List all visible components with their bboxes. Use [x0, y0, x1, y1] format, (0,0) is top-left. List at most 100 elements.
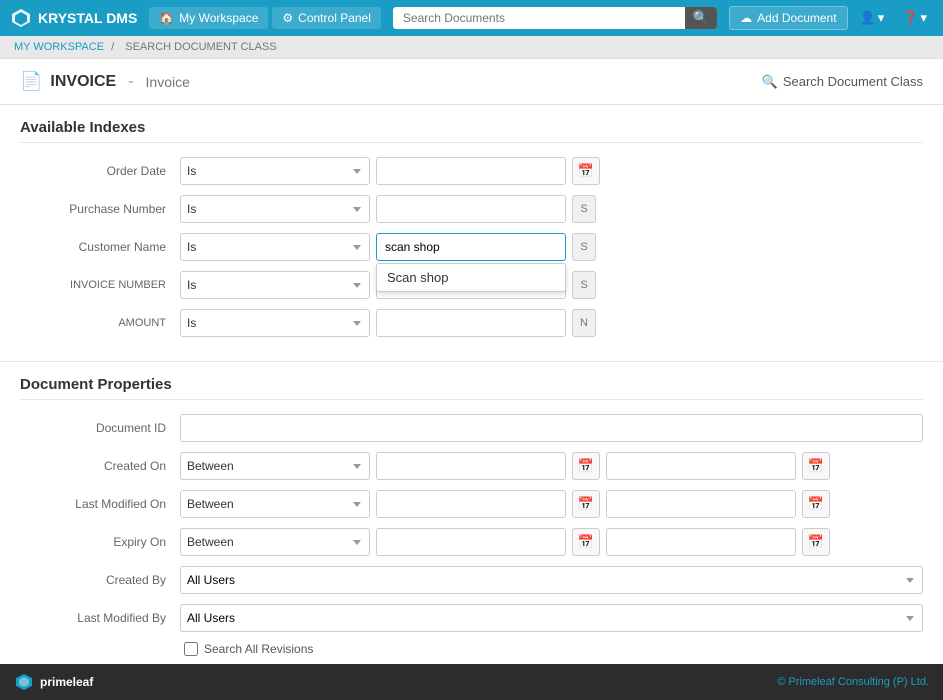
user-menu-btn[interactable]: 👤 ▾	[854, 6, 891, 30]
help-menu-btn[interactable]: ❓ ▾	[896, 6, 933, 30]
document-id-row: Document ID	[20, 414, 923, 442]
search-revisions-label[interactable]: Search All Revisions	[204, 642, 313, 656]
search-document-class-btn[interactable]: 🔍 Search Document Class	[762, 74, 923, 90]
order-date-input[interactable]	[376, 157, 566, 185]
search-icon: 🔍	[693, 10, 710, 25]
amount-input[interactable]	[376, 309, 566, 337]
last-modified-start-calendar-btn[interactable]: 📅	[572, 490, 600, 518]
created-on-controls: BetweenIsBeforeAfter 📅 📅	[180, 452, 923, 480]
purchase-number-operator[interactable]: IsIs NotContains	[180, 195, 370, 223]
purchase-number-suffix: S	[572, 195, 596, 223]
last-modified-by-controls: All Users	[180, 604, 923, 632]
nav-right-actions: ☁ Add Document 👤 ▾ ❓ ▾	[729, 6, 933, 30]
brand-name: KRYSTAL DMS	[38, 10, 137, 26]
amount-controls: IsIs NotBetween N	[180, 309, 923, 337]
customer-name-suffix: S	[572, 233, 596, 261]
created-on-operator[interactable]: BetweenIsBeforeAfter	[180, 452, 370, 480]
purchase-number-input[interactable]	[376, 195, 566, 223]
doc-name-label: Invoice	[146, 74, 190, 90]
customer-name-controls: IsIs NotContains S Scan shop	[180, 233, 923, 261]
global-search-input[interactable]	[393, 7, 717, 29]
search-doc-class-icon: 🔍	[762, 74, 778, 90]
calendar-icon-5: 📅	[578, 534, 594, 550]
search-revisions-checkbox[interactable]	[184, 642, 198, 656]
purchase-number-controls: IsIs NotContains S	[180, 195, 923, 223]
customer-name-row: Customer Name IsIs NotContains S Scan sh…	[20, 233, 923, 261]
main-content: 📄 INVOICE - Invoice 🔍 Search Document Cl…	[0, 59, 943, 664]
last-modified-start-input[interactable]	[376, 490, 566, 518]
brand-logo[interactable]: KRYSTAL DMS	[10, 7, 137, 29]
created-by-label: Created By	[20, 573, 180, 587]
add-document-btn[interactable]: ☁ Add Document	[729, 6, 847, 30]
breadcrumb: MY WORKSPACE / SEARCH DOCUMENT CLASS	[0, 36, 943, 59]
calendar-icon-4: 📅	[808, 496, 824, 512]
customer-name-label: Customer Name	[20, 240, 180, 254]
calendar-icon-2: 📅	[808, 458, 824, 474]
expiry-on-start-calendar-btn[interactable]: 📅	[572, 528, 600, 556]
created-on-row: Created On BetweenIsBeforeAfter 📅 📅	[20, 452, 923, 480]
last-modified-end-calendar-btn[interactable]: 📅	[802, 490, 830, 518]
global-search-wrap: 🔍	[393, 7, 717, 29]
expiry-on-operator[interactable]: BetweenIsBeforeAfter	[180, 528, 370, 556]
customer-name-input[interactable]	[376, 233, 566, 261]
footer-brand-name: primeleaf	[40, 675, 93, 689]
order-date-row: Order Date IsIs NotBetween 📅	[20, 157, 923, 185]
autocomplete-item-scan-shop[interactable]: Scan shop	[377, 264, 565, 291]
created-on-end-calendar-btn[interactable]: 📅	[802, 452, 830, 480]
global-search-button[interactable]: 🔍	[685, 7, 718, 29]
doc-type-label: INVOICE	[50, 73, 116, 91]
available-indexes-title: Available Indexes	[20, 119, 923, 143]
created-on-label: Created On	[20, 459, 180, 473]
footer-copyright: © Primeleaf Consulting (P) Ltd.	[777, 676, 929, 688]
last-modified-operator[interactable]: BetweenIsBeforeAfter	[180, 490, 370, 518]
customer-autocomplete-dropdown: Scan shop	[376, 263, 566, 292]
brand-icon	[10, 7, 32, 29]
amount-operator[interactable]: IsIs NotBetween	[180, 309, 370, 337]
created-by-select[interactable]: All Users	[180, 566, 923, 594]
home-icon: 🏠	[159, 11, 174, 25]
invoice-number-operator[interactable]: IsIs NotContains	[180, 271, 370, 299]
last-modified-by-select[interactable]: All Users	[180, 604, 923, 632]
user-icon: 👤	[860, 10, 876, 26]
help-icon: ❓	[902, 10, 918, 26]
footer: primeleaf © Primeleaf Consulting (P) Ltd…	[0, 664, 943, 700]
amount-row: AMOUNT IsIs NotBetween N	[20, 309, 923, 337]
created-on-start-input[interactable]	[376, 452, 566, 480]
last-modified-label: Last Modified On	[20, 497, 180, 511]
expiry-on-end-calendar-btn[interactable]: 📅	[802, 528, 830, 556]
available-indexes-section: Available Indexes Order Date IsIs NotBet…	[0, 105, 943, 361]
customer-name-operator[interactable]: IsIs NotContains	[180, 233, 370, 261]
order-date-operator[interactable]: IsIs NotBetween	[180, 157, 370, 185]
last-modified-by-row: Last Modified By All Users	[20, 604, 923, 632]
footer-logo-icon	[14, 672, 34, 692]
invoice-number-suffix: S	[572, 271, 596, 299]
created-on-end-input[interactable]	[606, 452, 796, 480]
purchase-number-label: Purchase Number	[20, 202, 180, 216]
expiry-on-end-input[interactable]	[606, 528, 796, 556]
document-id-input[interactable]	[180, 414, 923, 442]
purchase-number-row: Purchase Number IsIs NotContains S	[20, 195, 923, 223]
last-modified-controls: BetweenIsBeforeAfter 📅 📅	[180, 490, 923, 518]
created-by-row: Created By All Users	[20, 566, 923, 594]
document-id-controls	[180, 414, 923, 442]
amount-suffix: N	[572, 309, 596, 337]
order-date-label: Order Date	[20, 164, 180, 178]
calendar-icon-3: 📅	[578, 496, 594, 512]
invoice-icon: 📄	[20, 71, 42, 92]
created-on-start-calendar-btn[interactable]: 📅	[572, 452, 600, 480]
breadcrumb-home[interactable]: MY WORKSPACE	[14, 41, 104, 53]
order-date-controls: IsIs NotBetween 📅	[180, 157, 923, 185]
expiry-on-start-input[interactable]	[376, 528, 566, 556]
document-properties-title: Document Properties	[20, 376, 923, 400]
created-by-controls: All Users	[180, 566, 923, 594]
breadcrumb-sep: /	[111, 41, 114, 53]
invoice-number-label: INVOICE NUMBER	[20, 279, 180, 291]
footer-brand: primeleaf	[14, 672, 93, 692]
expiry-on-row: Expiry On BetweenIsBeforeAfter 📅 📅	[20, 528, 923, 556]
my-workspace-btn[interactable]: 🏠 My Workspace	[149, 7, 268, 29]
page-header: 📄 INVOICE - Invoice 🔍 Search Document Cl…	[0, 59, 943, 105]
control-panel-btn[interactable]: ⚙ Control Panel	[272, 7, 380, 29]
order-date-calendar-btn[interactable]: 📅	[572, 157, 600, 185]
last-modified-by-label: Last Modified By	[20, 611, 180, 625]
last-modified-end-input[interactable]	[606, 490, 796, 518]
